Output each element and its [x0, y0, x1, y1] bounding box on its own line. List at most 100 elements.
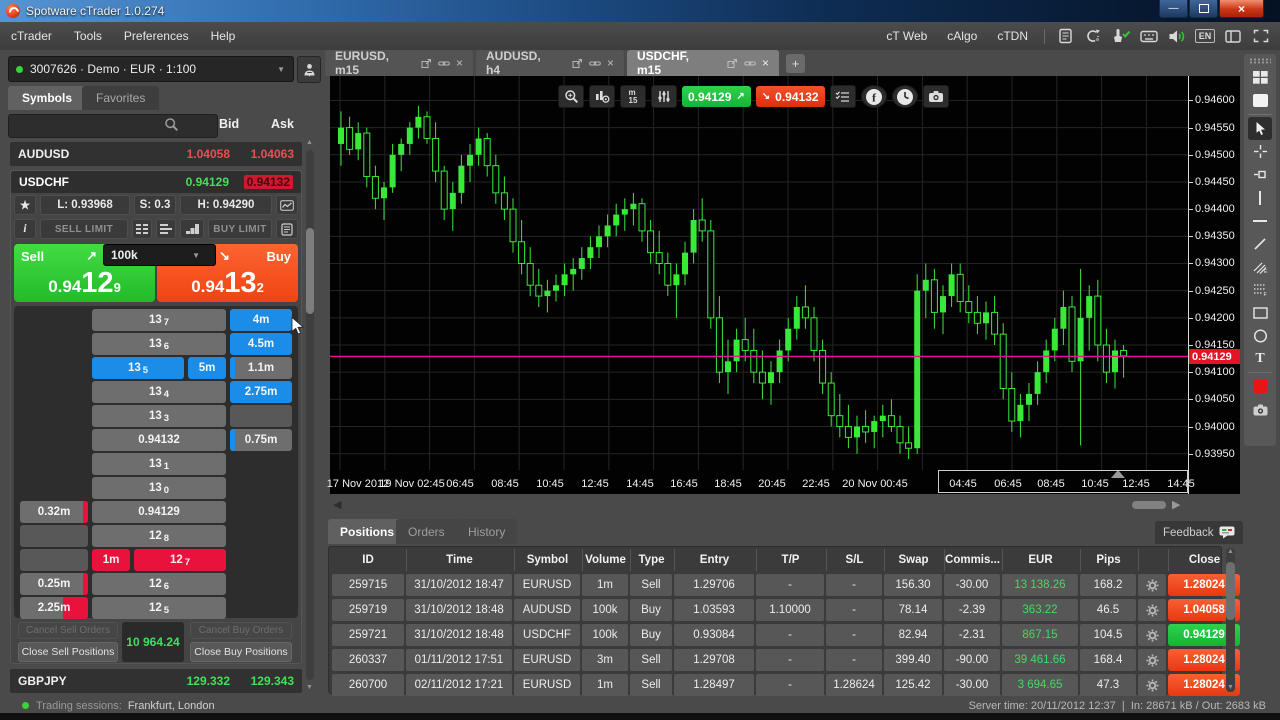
column-header[interactable] [1138, 549, 1166, 571]
link-icon[interactable] [744, 59, 756, 68]
pointer-tool[interactable] [1248, 117, 1272, 140]
dom-view-price-icon[interactable] [156, 219, 176, 239]
link-calgo[interactable]: cAlgo [938, 29, 986, 43]
dom-price[interactable]: 0.94132 [92, 429, 226, 451]
chart-tab-audusd[interactable]: AUDUSD, h4× [476, 50, 624, 76]
column-header[interactable]: Symbol [514, 549, 580, 571]
favorite-star-button[interactable]: ★ [14, 195, 36, 215]
column-header[interactable]: T/P [756, 549, 824, 571]
sell-limit-button[interactable]: SELL LIMIT [40, 219, 128, 239]
news-icon[interactable] [1052, 25, 1078, 47]
column-header[interactable]: Swap [884, 549, 942, 571]
dom-view-standard-icon[interactable] [132, 219, 152, 239]
layout-panels-icon[interactable] [1220, 25, 1246, 47]
minimize-button[interactable]: — [1159, 0, 1188, 18]
menu-help[interactable]: Help [200, 29, 247, 43]
popout-icon[interactable] [421, 58, 432, 69]
position-settings-button[interactable] [1138, 574, 1166, 596]
close-button[interactable]: × [1219, 0, 1264, 18]
anchor-tool[interactable] [1248, 163, 1272, 186]
position-settings-button[interactable] [1138, 599, 1166, 621]
buy-limit-button[interactable]: BUY LIMIT [208, 219, 272, 239]
close-icon[interactable]: × [607, 56, 614, 70]
dom-price[interactable]: 133 [92, 405, 226, 427]
trend-line-tool[interactable] [1248, 232, 1272, 255]
single-chart-icon[interactable] [1248, 89, 1272, 112]
volume-select[interactable]: 100k ▼ [103, 244, 216, 266]
language-icon[interactable]: EN [1192, 25, 1218, 47]
column-header[interactable]: EUR [1002, 549, 1078, 571]
dom-price[interactable]: 125 [92, 597, 226, 619]
chart-scrollbar-thumb[interactable] [1132, 501, 1166, 509]
deposit-button[interactable] [297, 56, 321, 83]
dom-buy-volume[interactable]: 4m [230, 309, 292, 331]
menu-preferences[interactable]: Preferences [113, 29, 200, 43]
vertical-line-tool[interactable] [1248, 186, 1272, 209]
dom-price[interactable]: 136 [92, 333, 226, 355]
popout-icon[interactable] [727, 58, 738, 69]
screenshot-camera-icon[interactable] [923, 85, 949, 108]
popout-icon[interactable] [572, 58, 583, 69]
scroll-up-icon[interactable]: ▲ [306, 139, 313, 146]
dom-sell-volume[interactable] [20, 549, 88, 571]
scroll-down-icon[interactable]: ▼ [306, 684, 313, 691]
table-scroll-down-icon[interactable]: ▼ [1227, 684, 1234, 691]
rectangle-tool[interactable] [1248, 301, 1272, 324]
position-settings-button[interactable] [1138, 624, 1166, 646]
dom-volume-badge[interactable]: 5m [188, 357, 226, 379]
dom-buy-volume[interactable]: 1.1m [230, 357, 292, 379]
tab-favorites[interactable]: Favorites [82, 86, 159, 110]
account-selector[interactable]: 3007626 · Demo · EUR · 1:100 ▼ [8, 56, 294, 82]
column-header[interactable]: Commis... [944, 549, 1000, 571]
dom-view-vwap-icon[interactable] [180, 219, 204, 239]
info-button[interactable]: i [14, 219, 36, 239]
channel-tool[interactable]: E [1248, 255, 1272, 278]
close-icon[interactable]: × [456, 56, 463, 70]
chart-tab-eurusd[interactable]: EURUSD, m15× [325, 50, 473, 76]
table-scrollbar-thumb[interactable] [1226, 562, 1235, 620]
clock-icon[interactable] [892, 85, 918, 108]
chart-type-icon[interactable] [589, 85, 615, 108]
tab-symbols[interactable]: Symbols [8, 86, 86, 110]
symbol-row-gbpjpy[interactable]: GBPJPY 129.332 129.343 [10, 669, 302, 693]
dom-sell-volume[interactable]: 0.32m [20, 501, 88, 523]
camera-tool-icon[interactable] [1248, 398, 1272, 421]
dom-price[interactable]: 0.94129 [92, 501, 226, 523]
column-header[interactable]: Time [406, 549, 512, 571]
link-ctdn[interactable]: cTDN [988, 29, 1037, 43]
dom-buy-volume[interactable] [230, 405, 292, 427]
dom-price[interactable]: 130 [92, 477, 226, 499]
dom-buy-volume[interactable]: 2.75m [230, 381, 292, 403]
tab-orders[interactable]: Orders [396, 519, 457, 544]
sidebar-scrollbar-thumb[interactable] [306, 228, 314, 314]
dom-price[interactable]: 127 [134, 549, 226, 571]
column-header[interactable]: S/L [826, 549, 882, 571]
dom-sell-volume[interactable]: 2.25m [20, 597, 88, 619]
multi-chart-grid-icon[interactable] [1248, 66, 1272, 89]
link-icon[interactable] [438, 59, 450, 68]
zoom-icon[interactable] [558, 85, 584, 108]
candlestick-chart[interactable] [330, 76, 1188, 470]
tab-history[interactable]: History [456, 519, 517, 544]
dom-price[interactable]: 135 [92, 357, 184, 379]
symbol-row-audusd[interactable]: AUDUSD 1.04058 1.04063 [10, 142, 302, 166]
visible-range-box[interactable] [938, 470, 1188, 493]
menu-ctrader[interactable]: cTrader [0, 29, 63, 43]
dom-buy-volume[interactable]: 4.5m [230, 333, 292, 355]
timeframe-button[interactable]: m15 [620, 85, 646, 108]
close-sell-positions-button[interactable]: Close Sell Positions [18, 642, 118, 662]
order-ticket-icon[interactable] [276, 219, 298, 239]
fullscreen-icon[interactable] [1248, 25, 1274, 47]
keyboard-icon[interactable] [1136, 25, 1162, 47]
symbol-search-input[interactable] [8, 114, 218, 138]
feedback-tab[interactable]: Feedback [1155, 521, 1243, 544]
dom-volume-badge[interactable]: 1m [92, 549, 130, 571]
link-ct-web[interactable]: cT Web [877, 29, 936, 43]
restore-button[interactable] [1189, 0, 1218, 18]
chart-tab-usdchf[interactable]: USDCHF, m15× [627, 50, 779, 76]
dom-sell-volume[interactable] [20, 525, 88, 547]
ellipse-tool[interactable] [1248, 324, 1272, 347]
horizontal-line-tool[interactable] [1248, 209, 1272, 232]
cancel-buy-orders-button[interactable]: Cancel Buy Orders [190, 622, 292, 639]
crosshair-tool[interactable] [1248, 140, 1272, 163]
